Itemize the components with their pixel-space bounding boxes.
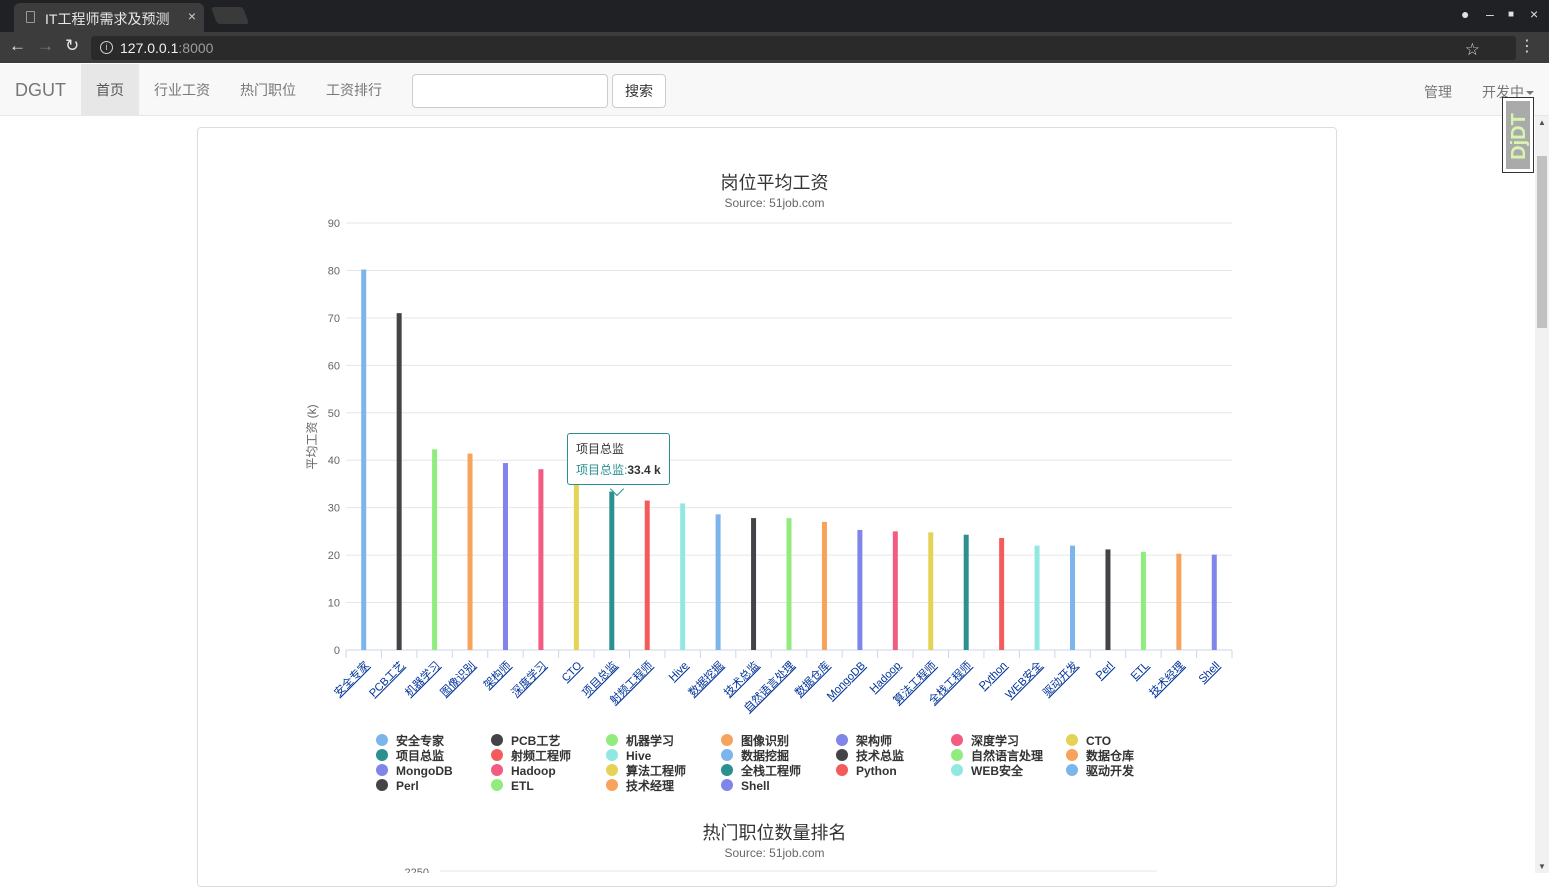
url-text: 127.0.0.1:8000 bbox=[120, 40, 213, 56]
tab-close-icon[interactable]: × bbox=[188, 8, 196, 24]
tooltip-value: 33.4 k bbox=[627, 463, 661, 477]
tooltip-series: 项目总监 bbox=[576, 463, 625, 477]
debug-toolbar-handle[interactable]: DjDT bbox=[1502, 97, 1534, 173]
browser-titlebar: IT工程师需求及预测 × ● – ■ × bbox=[0, 0, 1549, 32]
browser-menu-icon[interactable]: ⋮ bbox=[1519, 36, 1535, 56]
browser-tab[interactable]: IT工程师需求及预测 × bbox=[14, 3, 204, 32]
tooltip-header: 项目总监 bbox=[576, 442, 625, 456]
nav-home[interactable]: 首页 bbox=[81, 64, 139, 116]
profile-icon[interactable]: ● bbox=[1461, 6, 1469, 22]
maximize-icon[interactable]: ■ bbox=[1508, 9, 1514, 20]
chart-subtitle: Source: 51job.com bbox=[724, 196, 825, 210]
chart-title: 岗位平均工资 bbox=[720, 173, 829, 193]
search-input[interactable] bbox=[412, 74, 608, 108]
url-host: 127.0.0.1 bbox=[120, 40, 179, 56]
brand-logo[interactable]: DGUT bbox=[15, 80, 66, 101]
url-port: :8000 bbox=[178, 40, 214, 56]
address-bar[interactable]: i 127.0.0.1:8000 ☆ bbox=[91, 36, 1516, 60]
info-icon[interactable]: i bbox=[100, 41, 113, 54]
forward-icon[interactable]: → bbox=[37, 36, 54, 56]
chart2-subtitle: Source: 51job.com bbox=[724, 846, 825, 860]
reload-icon[interactable]: ↻ bbox=[65, 36, 79, 56]
scroll-thumb[interactable] bbox=[1537, 156, 1547, 328]
bookmark-star-icon[interactable]: ☆ bbox=[1465, 40, 1480, 60]
nav-industry-salary[interactable]: 行业工资 bbox=[139, 64, 225, 116]
nav-hot-jobs[interactable]: 热门职位 bbox=[225, 64, 311, 116]
scroll-up-icon[interactable]: ▲ bbox=[1538, 118, 1546, 127]
admin-link[interactable]: 管理 bbox=[1424, 82, 1452, 102]
debug-toolbar-label: DjDT bbox=[1507, 113, 1530, 160]
scroll-down-icon[interactable]: ▼ bbox=[1538, 862, 1546, 871]
back-icon[interactable]: ← bbox=[9, 36, 26, 56]
minimize-icon[interactable]: – bbox=[1486, 6, 1494, 22]
chart2-title: 热门职位数量排名 bbox=[702, 823, 847, 843]
tooltip-body: 项目总监:33.4 k bbox=[576, 463, 661, 477]
content-panel bbox=[197, 127, 1337, 887]
search-button[interactable]: 搜索 bbox=[612, 74, 666, 108]
document-icon bbox=[26, 11, 35, 23]
site-navbar: DGUT 首页 行业工资 热门职位 工资排行 搜索 管理 开发中 bbox=[0, 64, 1549, 116]
new-tab-button[interactable] bbox=[210, 7, 250, 24]
debug-toolbar-logo: DjDT bbox=[1506, 101, 1530, 169]
chart-tooltip: 项目总监 项目总监:33.4 k bbox=[567, 433, 670, 485]
close-window-icon[interactable]: × bbox=[1530, 6, 1538, 22]
page-scrollbar[interactable]: ▲ ▼ bbox=[1535, 116, 1549, 873]
browser-toolbar: ← → ↻ i 127.0.0.1:8000 ☆ ⋮ bbox=[0, 32, 1549, 63]
tab-title: IT工程师需求及预测 bbox=[45, 11, 170, 27]
caret-down-icon bbox=[1526, 91, 1534, 96]
nav-salary-ranking[interactable]: 工资排行 bbox=[311, 64, 397, 116]
